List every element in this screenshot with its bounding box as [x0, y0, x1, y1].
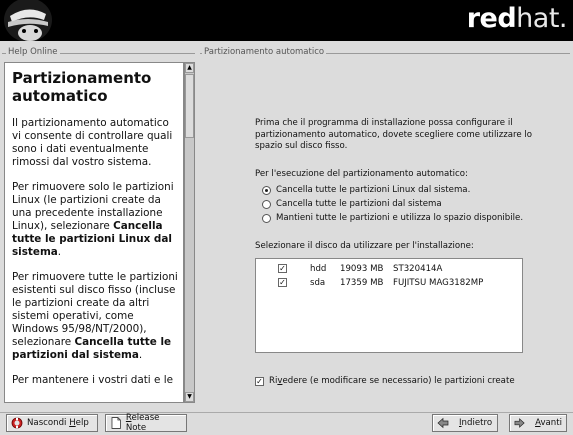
help-paragraph: Per rimuovere tutte le partizioni esiste… — [12, 271, 178, 361]
help-paragraph: Per rimuovere solo le partizioni Linux (… — [12, 181, 174, 258]
arrow-right-icon — [514, 418, 525, 428]
disk-checkbox[interactable]: ✓ — [278, 278, 287, 287]
disk-row-sda[interactable]: ✓ sda 17359 MB FUJITSU MAG3182MP — [256, 276, 522, 289]
review-checkbox[interactable]: ✓ — [255, 376, 264, 386]
help-title: Partizionamento automatico — [12, 69, 152, 105]
help-frame-label: Help Online — [6, 47, 60, 57]
help-paragraph: Il partizionamento automatico vi consent… — [12, 117, 173, 168]
radio-label: Cancella tutte le partizioni Linux dal s… — [276, 185, 471, 195]
disk-select-label: Selezionare il disco da utilizzare per l… — [255, 241, 474, 251]
disk-checkbox[interactable]: ✓ — [278, 264, 287, 273]
radio-button[interactable] — [262, 213, 271, 223]
intro-text: Prima che il programma di installazione … — [255, 118, 533, 151]
main-panel: Partizionamento automatico Prima che il … — [200, 47, 570, 408]
scrollbar-thumb[interactable] — [185, 74, 194, 138]
scroll-down-arrow-icon[interactable]: ▼ — [185, 392, 194, 402]
redhat-shadowman-icon — [4, 0, 52, 41]
next-button[interactable]: Avanti — [509, 414, 567, 432]
radio-keep-all-partitions[interactable]: Mantieni tutte le partizioni e utilizza … — [262, 212, 523, 224]
scroll-up-arrow-icon[interactable]: ▲ — [185, 63, 194, 73]
arrow-left-icon — [437, 417, 449, 429]
disk-row-hdd[interactable]: ✓ hdd 19093 MB ST320414A — [256, 262, 522, 275]
radio-button[interactable] — [262, 199, 271, 209]
disk-model: FUJITSU MAG3182MP — [393, 277, 484, 288]
release-notes-button[interactable]: Release Note — [105, 413, 187, 433]
top-banner: redhat. — [0, 0, 573, 41]
hide-help-button[interactable]: Nascondi Help — [6, 414, 98, 432]
help-panel: Help Online Partizionamento automatico I… — [2, 47, 195, 408]
options-label: Per l'esecuzione del partizionamento aut… — [255, 169, 468, 179]
review-label: Rivedere (e modificare se necessario) le… — [269, 376, 515, 386]
disk-list[interactable]: ✓ hdd 19093 MB ST320414A ✓ sda 17359 MB … — [255, 258, 523, 353]
radio-remove-linux-partitions[interactable]: Cancella tutte le partizioni Linux dal s… — [262, 184, 470, 196]
review-partitions-option[interactable]: ✓ Rivedere (e modificare se necessario) … — [255, 376, 515, 386]
radio-remove-all-partitions[interactable]: Cancella tutte le partizioni dal sistema — [262, 198, 442, 210]
bottom-separator — [0, 412, 573, 413]
radio-label: Mantieni tutte le partizioni e utilizza … — [276, 213, 524, 223]
disk-model: ST320414A — [393, 263, 443, 274]
help-scrollbar[interactable]: ▲ ▼ — [184, 62, 195, 403]
disk-size: 17359 MB — [340, 277, 384, 288]
help-text-area: Partizionamento automatico Il partiziona… — [4, 62, 184, 403]
radio-label: Cancella tutte le partizioni dal sistema — [276, 199, 442, 209]
disk-size: 19093 MB — [340, 263, 384, 274]
help-paragraph: Per mantenere i vostri dati e le — [12, 374, 173, 386]
redhat-logo-text: redhat. — [466, 3, 568, 34]
disk-device: hdd — [310, 263, 327, 274]
back-button[interactable]: Indietro — [432, 414, 498, 432]
lifebuoy-help-icon — [11, 417, 23, 429]
document-icon — [111, 417, 121, 429]
radio-button-selected[interactable] — [262, 185, 271, 195]
disk-device: sda — [310, 277, 326, 288]
main-frame-label: Partizionamento automatico — [202, 47, 327, 57]
